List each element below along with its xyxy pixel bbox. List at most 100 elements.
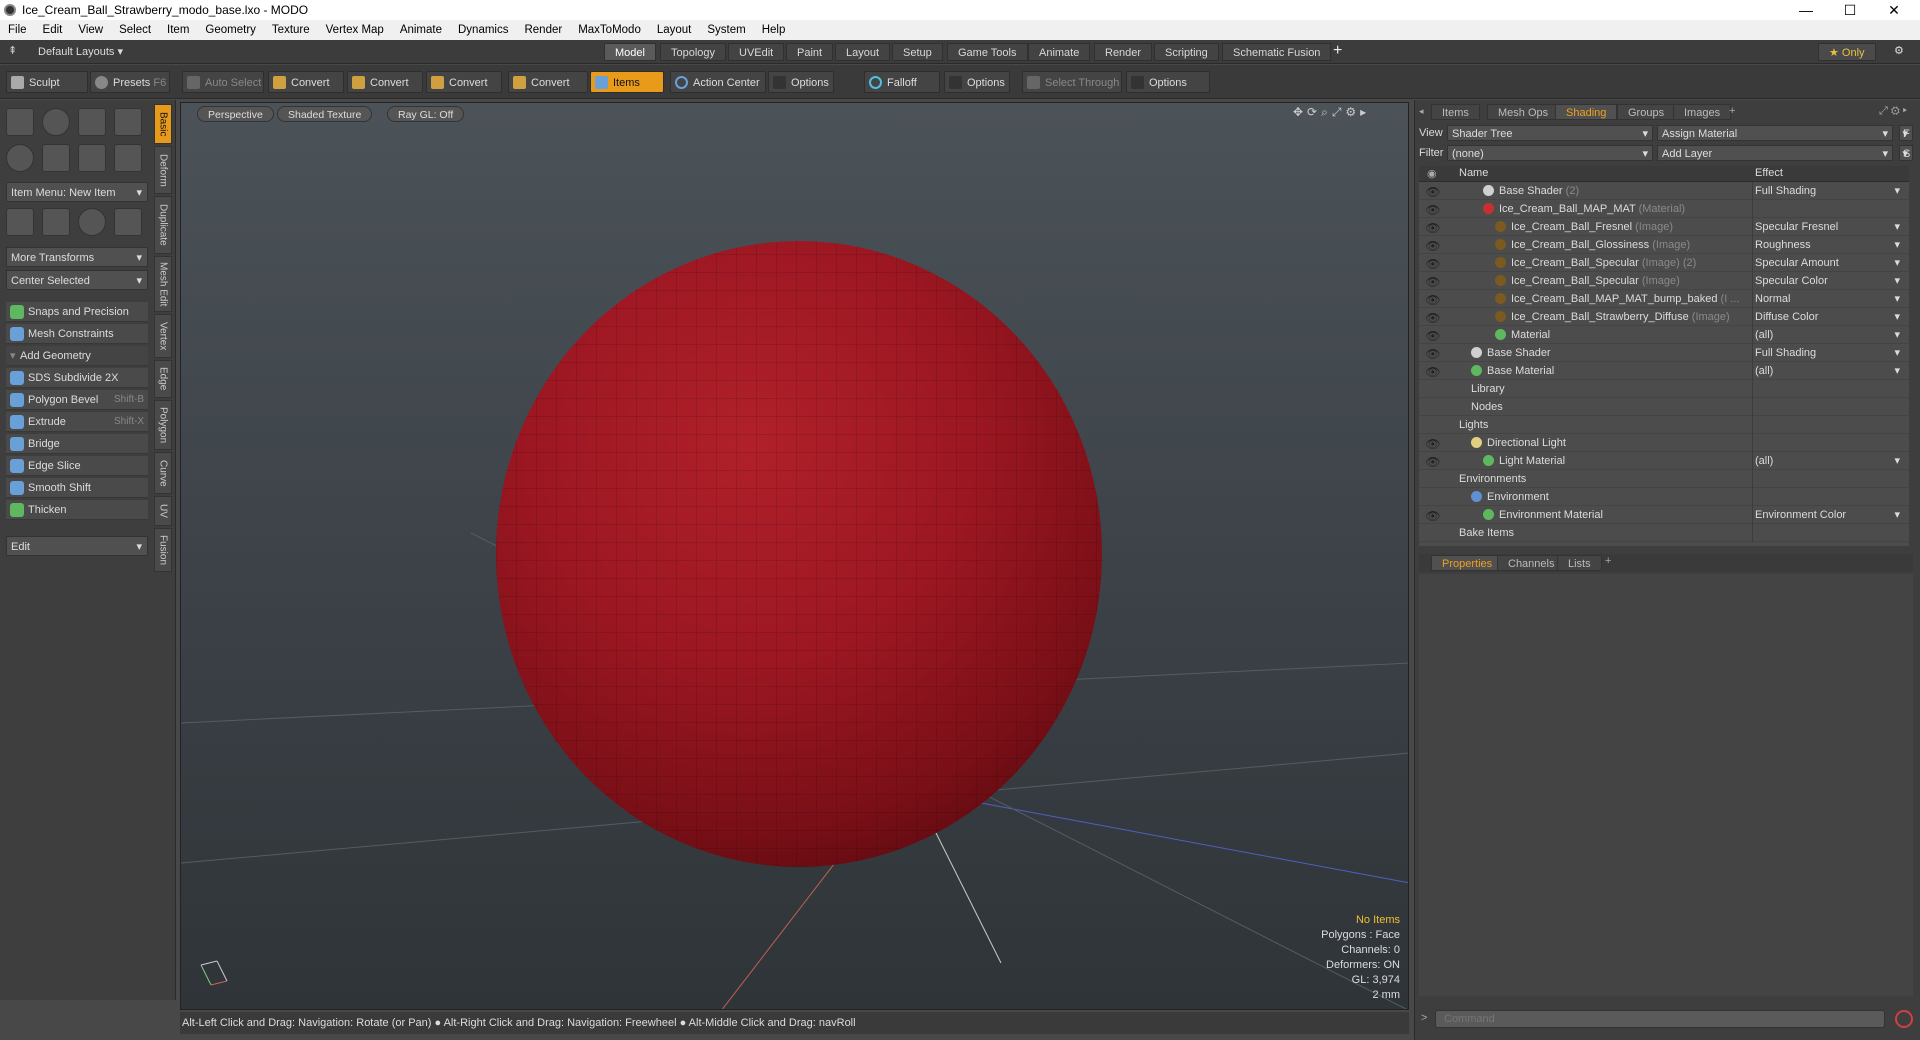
vtab-edge[interactable]: Edge: [154, 360, 172, 398]
shader-tree-row[interactable]: 👁 Directional Light: [1419, 434, 1909, 452]
add-panel-tab-icon[interactable]: +: [1729, 105, 1735, 117]
menu-edit[interactable]: Edit: [35, 24, 71, 36]
visibility-eye-icon[interactable]: 👁: [1425, 345, 1441, 361]
tab-channels[interactable]: Channels: [1497, 555, 1566, 571]
falloff-options-button[interactable]: Options: [944, 71, 1010, 93]
expand-panel-icon[interactable]: ⤢ ⚙ ▸: [1879, 105, 1907, 118]
tab-mesh-ops[interactable]: Mesh Ops: [1487, 104, 1560, 120]
visibility-eye-icon[interactable]: 👁: [1425, 183, 1441, 199]
visibility-eye-icon[interactable]: 👁: [1425, 309, 1441, 325]
shader-tree-row[interactable]: 👁 Ice_Cream_Ball_Fresnel (Image) Specular …: [1419, 218, 1909, 236]
visibility-eye-icon[interactable]: 👁: [1425, 273, 1441, 289]
visibility-eye-icon[interactable]: 👁: [1425, 435, 1441, 451]
shader-tree-row[interactable]: Environment: [1419, 488, 1909, 506]
vtab-vertex[interactable]: Vertex: [154, 314, 172, 358]
vtab-curve[interactable]: Curve: [154, 452, 172, 494]
menu-texture[interactable]: Texture: [264, 24, 318, 36]
menu-item[interactable]: Item: [159, 24, 197, 36]
add-geometry-header[interactable]: ▾ Add Geometry: [6, 346, 148, 366]
minimize-button[interactable]: —: [1786, 0, 1826, 20]
snaps-button[interactable]: Snaps and Precision: [6, 302, 148, 322]
maximize-button[interactable]: ☐: [1830, 0, 1870, 20]
tab-layout[interactable]: Layout: [835, 43, 891, 61]
more-transforms-dropdown[interactable]: More Transforms: [6, 247, 148, 268]
vtab-basic[interactable]: Basic: [154, 104, 172, 144]
effect-dropdown[interactable]: (all): [1752, 452, 1904, 470]
visibility-empty[interactable]: [1425, 525, 1441, 541]
visibility-eye-icon[interactable]: 👁: [1425, 507, 1441, 523]
effect-dropdown[interactable]: Full Shading: [1752, 344, 1904, 362]
shader-tree-row[interactable]: 👁 Base Shader Full Shading: [1419, 344, 1909, 362]
convert-vertices-button[interactable]: Convert: [268, 71, 344, 93]
menu-animate[interactable]: Animate: [392, 24, 450, 36]
tab-setup[interactable]: Setup: [892, 43, 943, 61]
command-input[interactable]: [1435, 1010, 1885, 1028]
shader-tree-row[interactable]: 👁 Environment Material Environment Color: [1419, 506, 1909, 524]
shader-tree-row[interactable]: 👁 Base Material (all): [1419, 362, 1909, 380]
shader-tree-row[interactable]: 👁 Material (all): [1419, 326, 1909, 344]
tab-animate[interactable]: Animate: [1028, 43, 1091, 61]
shader-tree-row[interactable]: 👁 Light Material (all): [1419, 452, 1909, 470]
falloff-button[interactable]: Falloff: [864, 71, 940, 93]
shader-tree-row[interactable]: Lights: [1419, 416, 1909, 434]
visibility-eye-icon[interactable]: 👁: [1425, 327, 1441, 343]
vtab-mesh-edit[interactable]: Mesh Edit: [154, 256, 172, 312]
edit-dropdown[interactable]: Edit: [6, 536, 148, 557]
name-column-header[interactable]: Name: [1459, 167, 1488, 179]
visibility-empty[interactable]: [1425, 489, 1441, 505]
shader-tree-row[interactable]: 👁 Ice_Cream_Ball_MAP_MAT (Material): [1419, 200, 1909, 218]
select-through-options-button[interactable]: Options: [1126, 71, 1210, 93]
gear-icon[interactable]: ⚙: [1894, 44, 1904, 57]
cube-primitive-icon[interactable]: [6, 108, 34, 136]
polygon-bevel-button[interactable]: Polygon Bevel Shift-B: [6, 390, 148, 410]
visibility-empty[interactable]: [1425, 417, 1441, 433]
tab-scripting[interactable]: Scripting: [1154, 43, 1219, 61]
tab-game-tools[interactable]: Game Tools: [947, 43, 1028, 61]
transform-gizmo-icon[interactable]: [6, 208, 34, 236]
add-layer-dropdown[interactable]: Add Layer: [1657, 145, 1893, 162]
assign-material-dropdown[interactable]: Assign Material: [1657, 125, 1893, 142]
shader-tree-row[interactable]: 👁 Ice_Cream_Ball_Glossiness (Image) Roughn…: [1419, 236, 1909, 254]
3d-viewport[interactable]: Perspective Shaded Texture Ray GL: Off ✥…: [180, 102, 1409, 1010]
shader-tree[interactable]: ◉ Name Effect 👁 Base Shader (2) Full Shadi…: [1419, 166, 1909, 546]
visibility-empty[interactable]: [1425, 471, 1441, 487]
bridge-button[interactable]: Bridge: [6, 434, 148, 454]
cylinder-primitive-icon[interactable]: [78, 108, 106, 136]
shader-tree-row[interactable]: 👁 Ice_Cream_Ball_Strawberry_Diffuse (Imag…: [1419, 308, 1909, 326]
s-button[interactable]: S: [1899, 145, 1913, 162]
effect-dropdown[interactable]: Diffuse Color: [1752, 308, 1904, 326]
effect-dropdown[interactable]: Specular Color: [1752, 272, 1904, 290]
smooth-shift-button[interactable]: Smooth Shift: [6, 478, 148, 498]
text-tool-icon[interactable]: [114, 144, 142, 172]
capsule-primitive-icon[interactable]: [42, 144, 70, 172]
menu-view[interactable]: View: [70, 24, 111, 36]
globe-icon[interactable]: [78, 208, 106, 236]
effect-dropdown[interactable]: (all): [1752, 326, 1904, 344]
convert-materials-button[interactable]: Convert: [508, 71, 588, 93]
menu-dynamics[interactable]: Dynamics: [450, 24, 516, 36]
select-through-button[interactable]: Select Through: [1022, 71, 1122, 93]
tab-items[interactable]: Items: [1431, 104, 1480, 120]
menu-vertex-map[interactable]: Vertex Map: [318, 24, 392, 36]
action-center-button[interactable]: Action Center: [670, 71, 766, 93]
ice-cream-ball-mesh[interactable]: [496, 241, 1102, 867]
visibility-empty[interactable]: [1425, 381, 1441, 397]
vtab-deform[interactable]: Deform: [154, 146, 172, 194]
cone-primitive-icon[interactable]: [114, 108, 142, 136]
visibility-eye-icon[interactable]: 👁: [1425, 291, 1441, 307]
shader-tree-row[interactable]: 👁 Ice_Cream_Ball_Specular (Image) Specular…: [1419, 272, 1909, 290]
tab-schematic-fusion[interactable]: Schematic Fusion: [1222, 43, 1332, 61]
tab-shading[interactable]: Shading: [1555, 104, 1618, 120]
effect-dropdown[interactable]: Specular Fresnel: [1752, 218, 1904, 236]
effect-dropdown[interactable]: Environment Color: [1752, 506, 1904, 524]
visibility-eye-icon[interactable]: 👁: [1425, 363, 1441, 379]
add-tab-icon[interactable]: +: [1333, 42, 1342, 60]
edge-slice-button[interactable]: Edge Slice: [6, 456, 148, 476]
convert-edges-button[interactable]: Convert: [347, 71, 423, 93]
tab-groups[interactable]: Groups: [1617, 104, 1676, 120]
panel-menu-icon[interactable]: ◂: [1419, 106, 1424, 117]
auto-select-button[interactable]: Auto Select: [182, 71, 264, 93]
effect-dropdown[interactable]: Roughness: [1752, 236, 1904, 254]
visibility-eye-icon[interactable]: 👁: [1425, 219, 1441, 235]
effect-dropdown[interactable]: Normal: [1752, 290, 1904, 308]
